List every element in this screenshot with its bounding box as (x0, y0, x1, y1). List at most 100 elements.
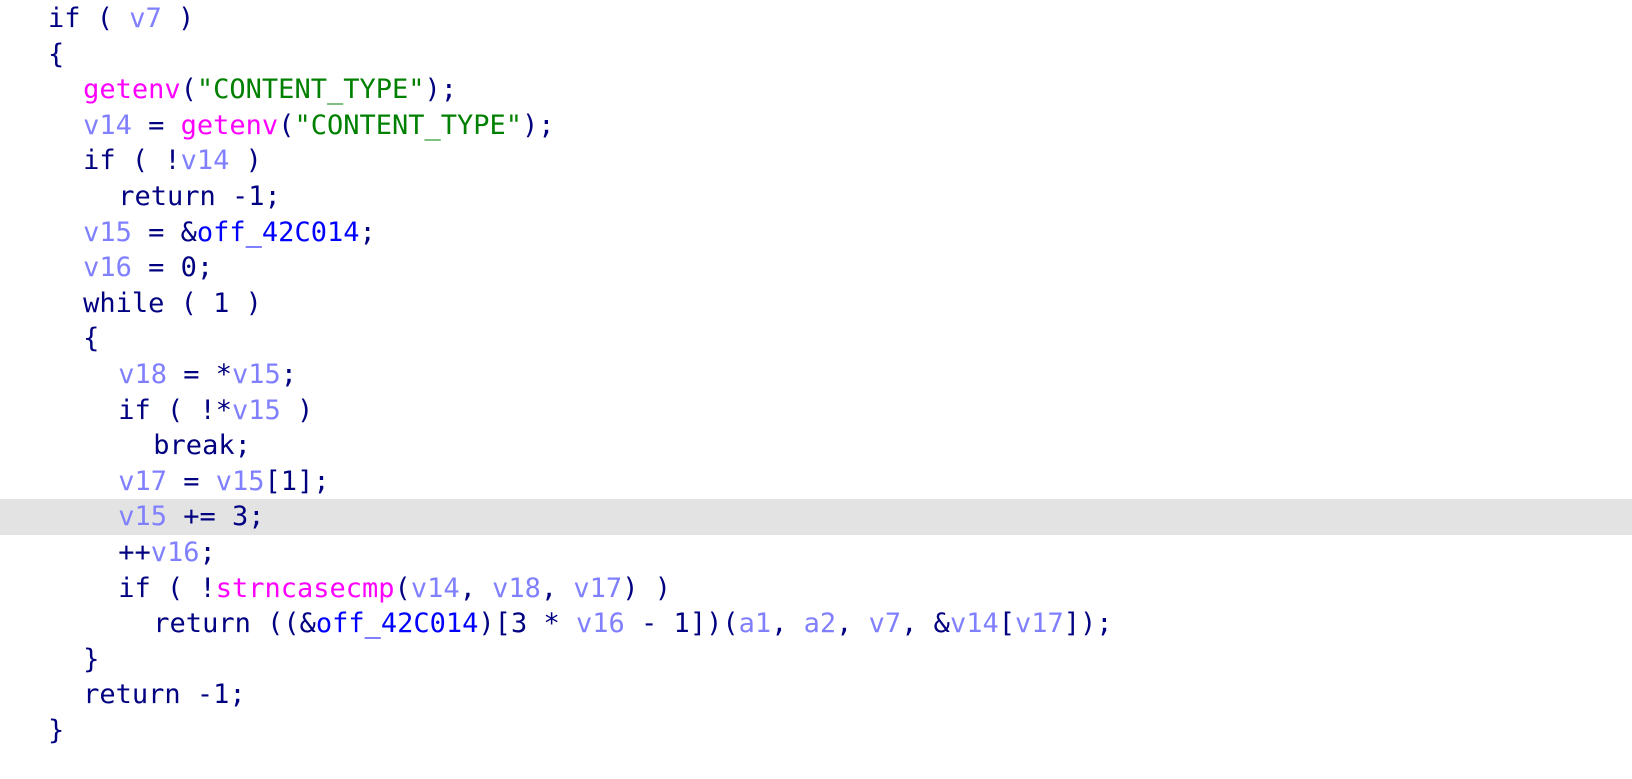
code-token[interactable]: 3 (511, 608, 527, 639)
code-token[interactable]: 1 (281, 466, 297, 497)
code-token[interactable]: ); (424, 74, 457, 105)
code-token[interactable]: if ( ! (83, 145, 181, 176)
code-token[interactable]: , (541, 573, 574, 604)
code-token[interactable]: ) ) (622, 573, 671, 604)
code-token[interactable]: { (48, 39, 64, 70)
code-token[interactable]: "CONTENT_TYPE" (197, 74, 425, 105)
code-token[interactable]: } (83, 644, 99, 675)
code-token[interactable]: v18 (118, 359, 167, 390)
code-line[interactable]: { (0, 37, 1632, 73)
code-token[interactable]: return ((& (153, 608, 316, 639)
code-line[interactable]: if ( !strncasecmp(v14, v18, v17) ) (0, 571, 1632, 607)
code-token[interactable]: ; (199, 537, 215, 568)
code-line[interactable]: } (0, 713, 1632, 749)
code-token[interactable]: off_42C014 (197, 217, 360, 248)
code-line[interactable]: { (0, 321, 1632, 357)
code-line[interactable]: getenv("CONTENT_TYPE"); (0, 72, 1632, 108)
code-token[interactable]: a2 (804, 608, 837, 639)
code-token[interactable]: = (132, 252, 181, 283)
code-token[interactable]: v15 (118, 501, 167, 532)
code-token[interactable]: ]); (1064, 608, 1113, 639)
code-token[interactable]: v14 (181, 145, 230, 176)
code-token[interactable]: a1 (739, 608, 772, 639)
code-token[interactable]: ; (359, 217, 375, 248)
code-token[interactable]: = * (167, 359, 232, 390)
code-token[interactable]: ) (281, 395, 313, 426)
code-token[interactable]: ) (229, 288, 262, 319)
code-token[interactable]: v14 (83, 110, 132, 141)
code-token[interactable]: v14 (411, 573, 460, 604)
code-token[interactable]: = & (132, 217, 197, 248)
code-token[interactable]: if ( (48, 3, 129, 34)
code-line[interactable]: if ( !v14 ) (0, 143, 1632, 179)
code-line[interactable]: v17 = v15[1]; (0, 464, 1632, 500)
code-token[interactable]: 3 (232, 501, 248, 532)
code-token[interactable]: , (836, 608, 869, 639)
code-token[interactable]: strncasecmp (216, 573, 395, 604)
code-token[interactable]: if ( ! (118, 573, 216, 604)
code-token[interactable]: , (771, 608, 804, 639)
code-token[interactable]: return -1; (83, 679, 246, 710)
code-token[interactable]: , (460, 573, 493, 604)
code-line[interactable]: ++v16; (0, 535, 1632, 571)
code-line[interactable]: return -1; (0, 677, 1632, 713)
code-token[interactable]: getenv (83, 74, 181, 105)
code-token[interactable]: ); (522, 110, 555, 141)
code-token[interactable]: v7 (869, 608, 902, 639)
code-token[interactable]: { (83, 323, 99, 354)
code-line[interactable]: return ((&off_42C014)[3 * v16 - 1])(a1 , … (0, 606, 1632, 642)
code-line[interactable]: v18 = *v15; (0, 357, 1632, 393)
code-token[interactable]: v15 (83, 217, 132, 248)
code-token[interactable]: [ (265, 466, 281, 497)
code-token[interactable]: v14 (950, 608, 999, 639)
code-token[interactable]: )[ (478, 608, 511, 639)
code-token[interactable]: v7 (129, 3, 162, 34)
code-line[interactable]: v16 = 0; (0, 250, 1632, 286)
code-token[interactable]: v16 (576, 608, 625, 639)
code-line[interactable]: if ( v7 ) (0, 1, 1632, 37)
code-token[interactable]: getenv (181, 110, 279, 141)
code-token[interactable]: v17 (118, 466, 167, 497)
code-token[interactable]: v17 (1015, 608, 1064, 639)
code-token[interactable]: ]; (297, 466, 330, 497)
code-token[interactable]: 1 (213, 288, 229, 319)
code-token[interactable]: = (132, 110, 181, 141)
code-token[interactable]: 0 (181, 252, 197, 283)
code-token[interactable]: v15 (216, 466, 265, 497)
code-token[interactable]: v15 (232, 359, 281, 390)
code-token[interactable]: ( (278, 110, 294, 141)
code-line[interactable]: v15 += 3; (0, 499, 1632, 535)
code-line[interactable]: v14 = getenv("CONTENT_TYPE"); (0, 108, 1632, 144)
code-token[interactable]: "CONTENT_TYPE" (294, 110, 522, 141)
code-line[interactable]: if ( !*v15 ) (0, 393, 1632, 429)
code-token[interactable]: * (527, 608, 576, 639)
code-token[interactable]: ; (281, 359, 297, 390)
code-token[interactable]: , & (901, 608, 950, 639)
code-token[interactable]: - (625, 608, 674, 639)
code-token[interactable]: break; (153, 430, 251, 461)
code-token[interactable]: if ( !* (118, 395, 232, 426)
code-token[interactable]: v17 (573, 573, 622, 604)
code-line[interactable]: while ( 1 ) (0, 286, 1632, 322)
code-line[interactable]: } (0, 642, 1632, 678)
code-token[interactable]: [ (999, 608, 1015, 639)
code-token[interactable]: ( (181, 74, 197, 105)
code-token[interactable]: v16 (151, 537, 200, 568)
pseudocode-viewport[interactable]: if ( v7 ){getenv("CONTENT_TYPE"); v14 = g… (0, 0, 1632, 779)
code-token[interactable]: off_42C014 (316, 608, 479, 639)
code-token[interactable]: ) (162, 3, 194, 34)
code-token[interactable]: ( (395, 573, 411, 604)
code-token[interactable]: ])( (690, 608, 739, 639)
code-token[interactable]: while ( (83, 288, 213, 319)
code-token[interactable]: ) (229, 145, 262, 176)
code-line[interactable]: v15 = &off_42C014; (0, 215, 1632, 251)
code-token[interactable]: v18 (492, 573, 541, 604)
code-token[interactable]: += (167, 501, 232, 532)
code-token[interactable]: ++ (118, 537, 151, 568)
code-line[interactable]: break; (0, 428, 1632, 464)
code-token[interactable]: return -1; (118, 181, 281, 212)
code-token[interactable]: ; (248, 501, 264, 532)
code-token[interactable]: = (167, 466, 216, 497)
code-token[interactable]: 1 (674, 608, 690, 639)
code-line[interactable]: return -1; (0, 179, 1632, 215)
